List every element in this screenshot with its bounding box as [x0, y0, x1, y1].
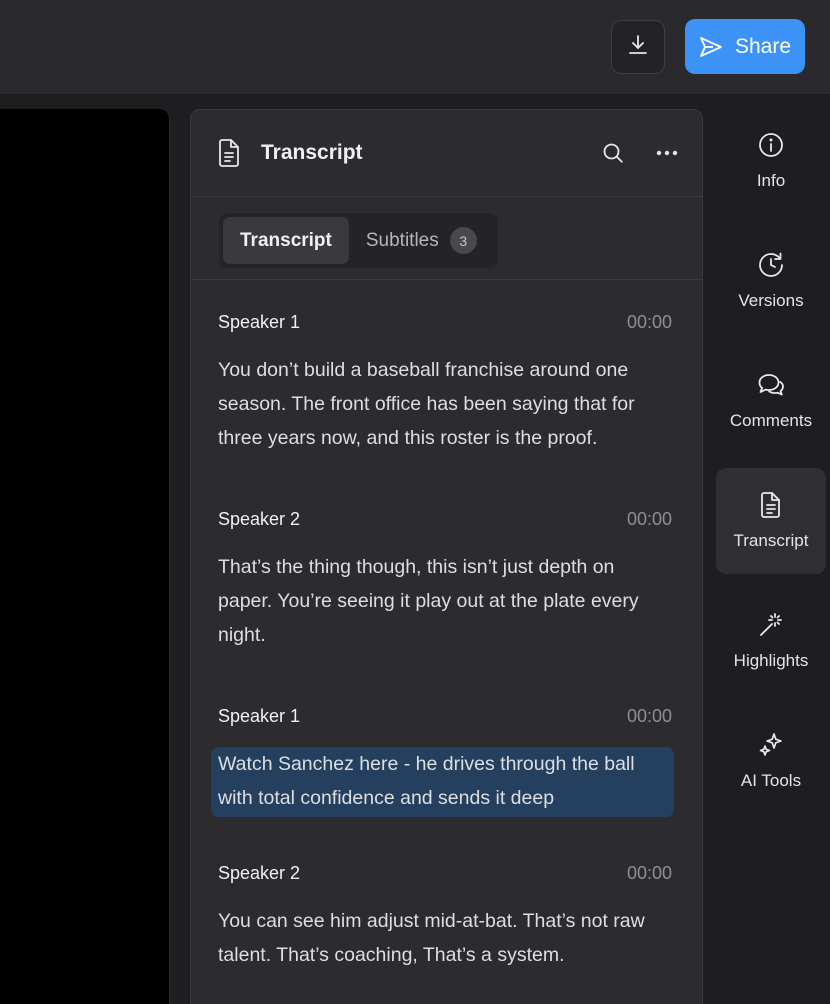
magic-wand-icon — [757, 611, 785, 639]
document-icon — [217, 138, 243, 168]
panel-header: Transcript — [191, 110, 702, 197]
sidebar-item-label: Info — [756, 171, 786, 190]
tab-subtitles[interactable]: Subtitles 3 — [349, 217, 494, 264]
tabs-row: Transcript Subtitles 3 — [191, 197, 702, 280]
sidebar-item-label: Highlights — [733, 651, 809, 670]
sidebar-item-label: AI Tools — [740, 771, 802, 790]
sidebar-item-label: Transcript — [733, 531, 809, 550]
info-icon — [757, 131, 785, 159]
more-options-icon[interactable] — [656, 150, 678, 156]
comments-icon — [757, 371, 785, 399]
transcript-text-highlighted[interactable]: Watch Sanchez here - he drives through t… — [211, 747, 674, 817]
top-bar: Share — [0, 0, 830, 95]
sidebar-item-ai-tools[interactable]: AI Tools — [716, 708, 826, 814]
sidebar-item-versions[interactable]: Versions — [716, 228, 826, 334]
sidebar-item-transcript[interactable]: Transcript — [716, 468, 826, 574]
speaker-name: Speaker 2 — [218, 508, 301, 529]
share-button[interactable]: Share — [685, 19, 805, 74]
speaker-name: Speaker 1 — [218, 311, 301, 332]
download-button[interactable] — [611, 20, 665, 74]
tab-transcript[interactable]: Transcript — [223, 217, 349, 264]
panel-title: Transcript — [261, 141, 363, 164]
tab-label: Subtitles — [365, 229, 439, 251]
share-label: Share — [734, 34, 792, 58]
timestamp[interactable]: 00:00 — [627, 509, 672, 530]
history-icon — [757, 251, 785, 279]
tabs: Transcript Subtitles 3 — [219, 213, 498, 268]
send-icon — [699, 36, 723, 58]
sidebar-item-label: Versions — [738, 291, 804, 310]
sidebar-item-comments[interactable]: Comments — [716, 348, 826, 454]
transcript-list: Speaker 1 00:00 You don’t build a baseba… — [191, 308, 702, 972]
timestamp[interactable]: 00:00 — [627, 312, 672, 333]
transcript-panel: Transcript Transcript Subtitles 3 Speake… — [190, 109, 703, 1004]
transcript-entry: Speaker 2 00:00 That’s the thing though,… — [218, 505, 672, 652]
transcript-text[interactable]: You can see him adjust mid-at-bat. That’… — [218, 904, 672, 972]
speaker-name: Speaker 2 — [218, 862, 301, 883]
speaker-name: Speaker 1 — [218, 705, 301, 726]
transcript-entry: Speaker 1 00:00 You don’t build a baseba… — [218, 308, 672, 455]
right-sidebar: Info Versions Comments Transcript Highli… — [716, 108, 826, 828]
download-icon — [627, 34, 649, 61]
video-player[interactable] — [0, 109, 170, 1004]
timestamp[interactable]: 00:00 — [627, 706, 672, 727]
timestamp[interactable]: 00:00 — [627, 863, 672, 884]
sidebar-item-label: Comments — [729, 411, 813, 430]
transcript-text[interactable]: You don’t build a baseball franchise aro… — [218, 353, 672, 455]
count-badge: 3 — [449, 227, 477, 254]
transcript-icon — [757, 491, 785, 519]
sidebar-item-info[interactable]: Info — [716, 108, 826, 214]
transcript-entry: Speaker 1 00:00 Watch Sanchez here - he … — [211, 702, 674, 817]
search-icon[interactable] — [602, 142, 624, 164]
sparkles-icon — [757, 731, 785, 759]
sidebar-item-highlights[interactable]: Highlights — [716, 588, 826, 694]
tab-label: Transcript — [240, 229, 332, 251]
transcript-text[interactable]: That’s the thing though, this isn’t just… — [218, 550, 672, 652]
transcript-entry: Speaker 2 00:00 You can see him adjust m… — [218, 859, 672, 972]
